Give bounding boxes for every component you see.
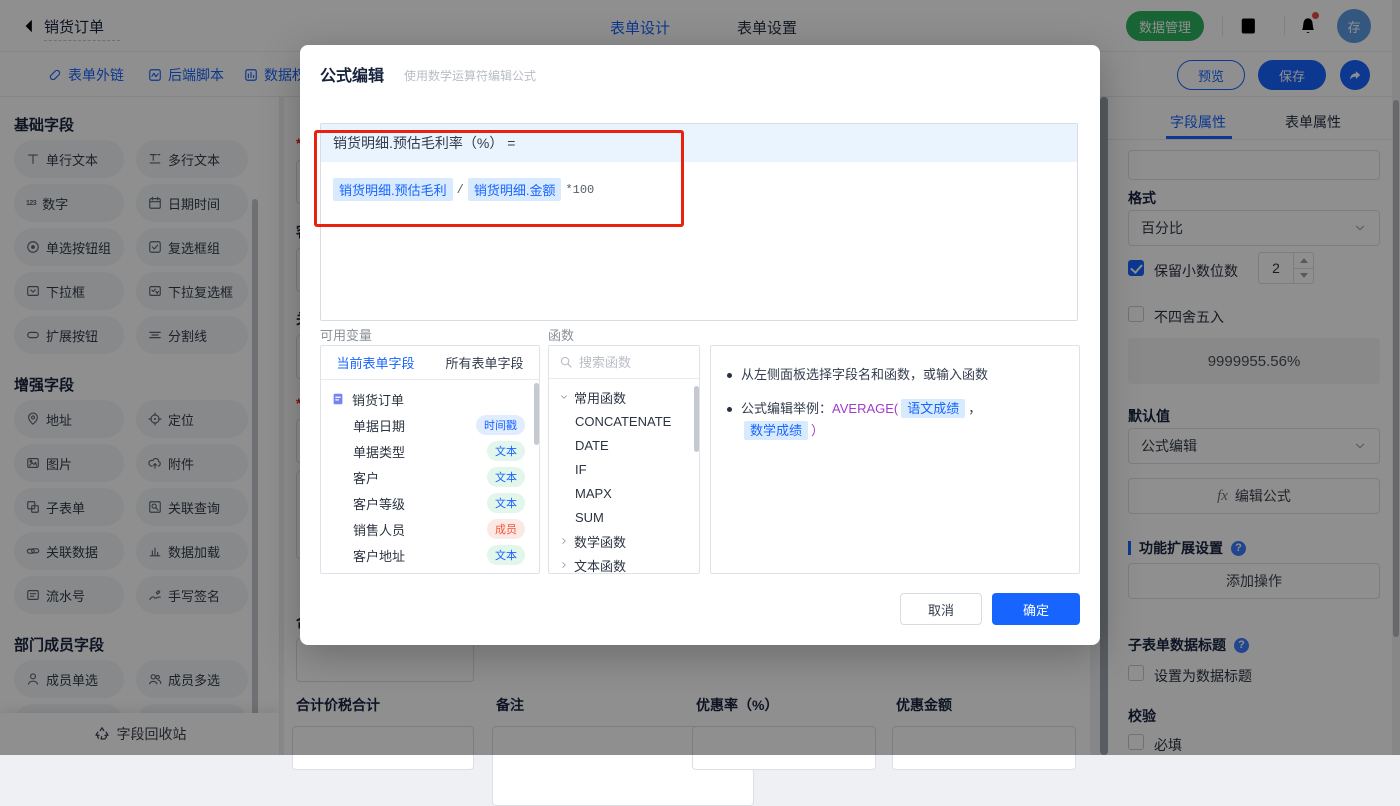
help-tip-1: 从左侧面板选择字段名和函数，或输入函数 — [727, 364, 1063, 386]
cancel-button[interactable]: 取消 — [900, 593, 982, 625]
variable-row[interactable]: 单据类型 文本 — [321, 438, 539, 464]
variables-label: 可用变量 — [320, 328, 373, 343]
type-badge: 时间戳 — [476, 415, 525, 435]
modal-subtitle: 使用数学运算符编辑公式 — [404, 69, 537, 83]
confirm-button[interactable]: 确定 — [992, 593, 1080, 625]
close-icon[interactable] — [1055, 65, 1071, 81]
field-chip[interactable]: 销货明细.预估毛利 — [333, 178, 453, 201]
chevron-down-icon — [559, 392, 569, 402]
function-item[interactable]: DATE — [549, 433, 699, 457]
function-group-math[interactable]: 数学函数 — [549, 529, 699, 553]
tab-current-form-fields[interactable]: 当前表单字段 — [321, 346, 430, 379]
function-item[interactable]: SUM — [549, 505, 699, 529]
tree-root-form[interactable]: 销货订单 — [321, 386, 539, 412]
bullet — [727, 373, 732, 378]
formula-edit-modal: 公式编辑 使用数学运算符编辑公式 销货明细.预估毛利率（%） = 销货明细.预估… — [300, 45, 1100, 645]
document-icon — [331, 392, 345, 406]
variable-row[interactable]: 客户等级 文本 — [321, 490, 539, 516]
chevron-right-icon — [559, 560, 569, 570]
function-search[interactable] — [549, 346, 699, 379]
variable-row[interactable]: 客户地址 文本 — [321, 542, 539, 568]
chevron-right-icon — [559, 536, 569, 546]
function-item[interactable]: CONCATENATE — [549, 409, 699, 433]
functions-scrollbar[interactable] — [694, 386, 699, 452]
modal-title: 公式编辑 — [320, 68, 385, 85]
function-item[interactable]: IF — [549, 457, 699, 481]
variable-row[interactable]: 单据日期 时间戳 — [321, 412, 539, 438]
function-group-common[interactable]: 常用函数 — [549, 385, 699, 409]
variable-row[interactable]: 销售人员 成员 — [321, 516, 539, 542]
type-badge: 成员 — [487, 519, 525, 539]
function-group-text[interactable]: 文本函数 — [549, 553, 699, 573]
type-badge: 文本 — [487, 467, 525, 487]
functions-label: 函数 — [548, 328, 575, 343]
function-item[interactable]: MAPX — [549, 481, 699, 505]
function-search-input[interactable] — [579, 354, 679, 370]
functions-panel: 常用函数 CONCATENATE DATE IF MAPX SUM 数学函数 文… — [548, 345, 700, 574]
formula-help-panel: 从左侧面板选择字段名和函数，或输入函数 公式编辑举例：AVERAGE(语文成绩，… — [710, 345, 1080, 574]
variable-row[interactable]: 客户 文本 — [321, 464, 539, 490]
formula-target: 销货明细.预估毛利率（%） = — [321, 124, 1077, 162]
type-badge: 文本 — [487, 545, 525, 565]
tab-all-form-fields[interactable]: 所有表单字段 — [430, 346, 539, 379]
help-tip-2: 公式编辑举例：AVERAGE(语文成绩 ，数学成绩） — [727, 398, 1063, 442]
formula-expression[interactable]: 销货明细.预估毛利 / 销货明细.金额 *100 — [321, 162, 1077, 217]
type-badge: 文本 — [487, 493, 525, 513]
variables-panel: 当前表单字段 所有表单字段 销货订单 单据日期 时间戳 单据类型 文本 客户 文本 客… — [320, 345, 540, 574]
bullet — [727, 407, 732, 412]
example-chip: 语文成绩 — [901, 399, 966, 418]
field-chip[interactable]: 销货明细.金额 — [467, 178, 562, 201]
variables-scrollbar[interactable] — [534, 383, 539, 445]
variables-tabs: 当前表单字段 所有表单字段 — [321, 346, 539, 380]
formula-editor[interactable]: 销货明细.预估毛利率（%） = 销货明细.预估毛利 / 销货明细.金额 *100 — [320, 123, 1078, 321]
example-chip: 数学成绩 — [744, 421, 809, 440]
search-icon — [559, 355, 573, 369]
type-badge: 文本 — [487, 441, 525, 461]
